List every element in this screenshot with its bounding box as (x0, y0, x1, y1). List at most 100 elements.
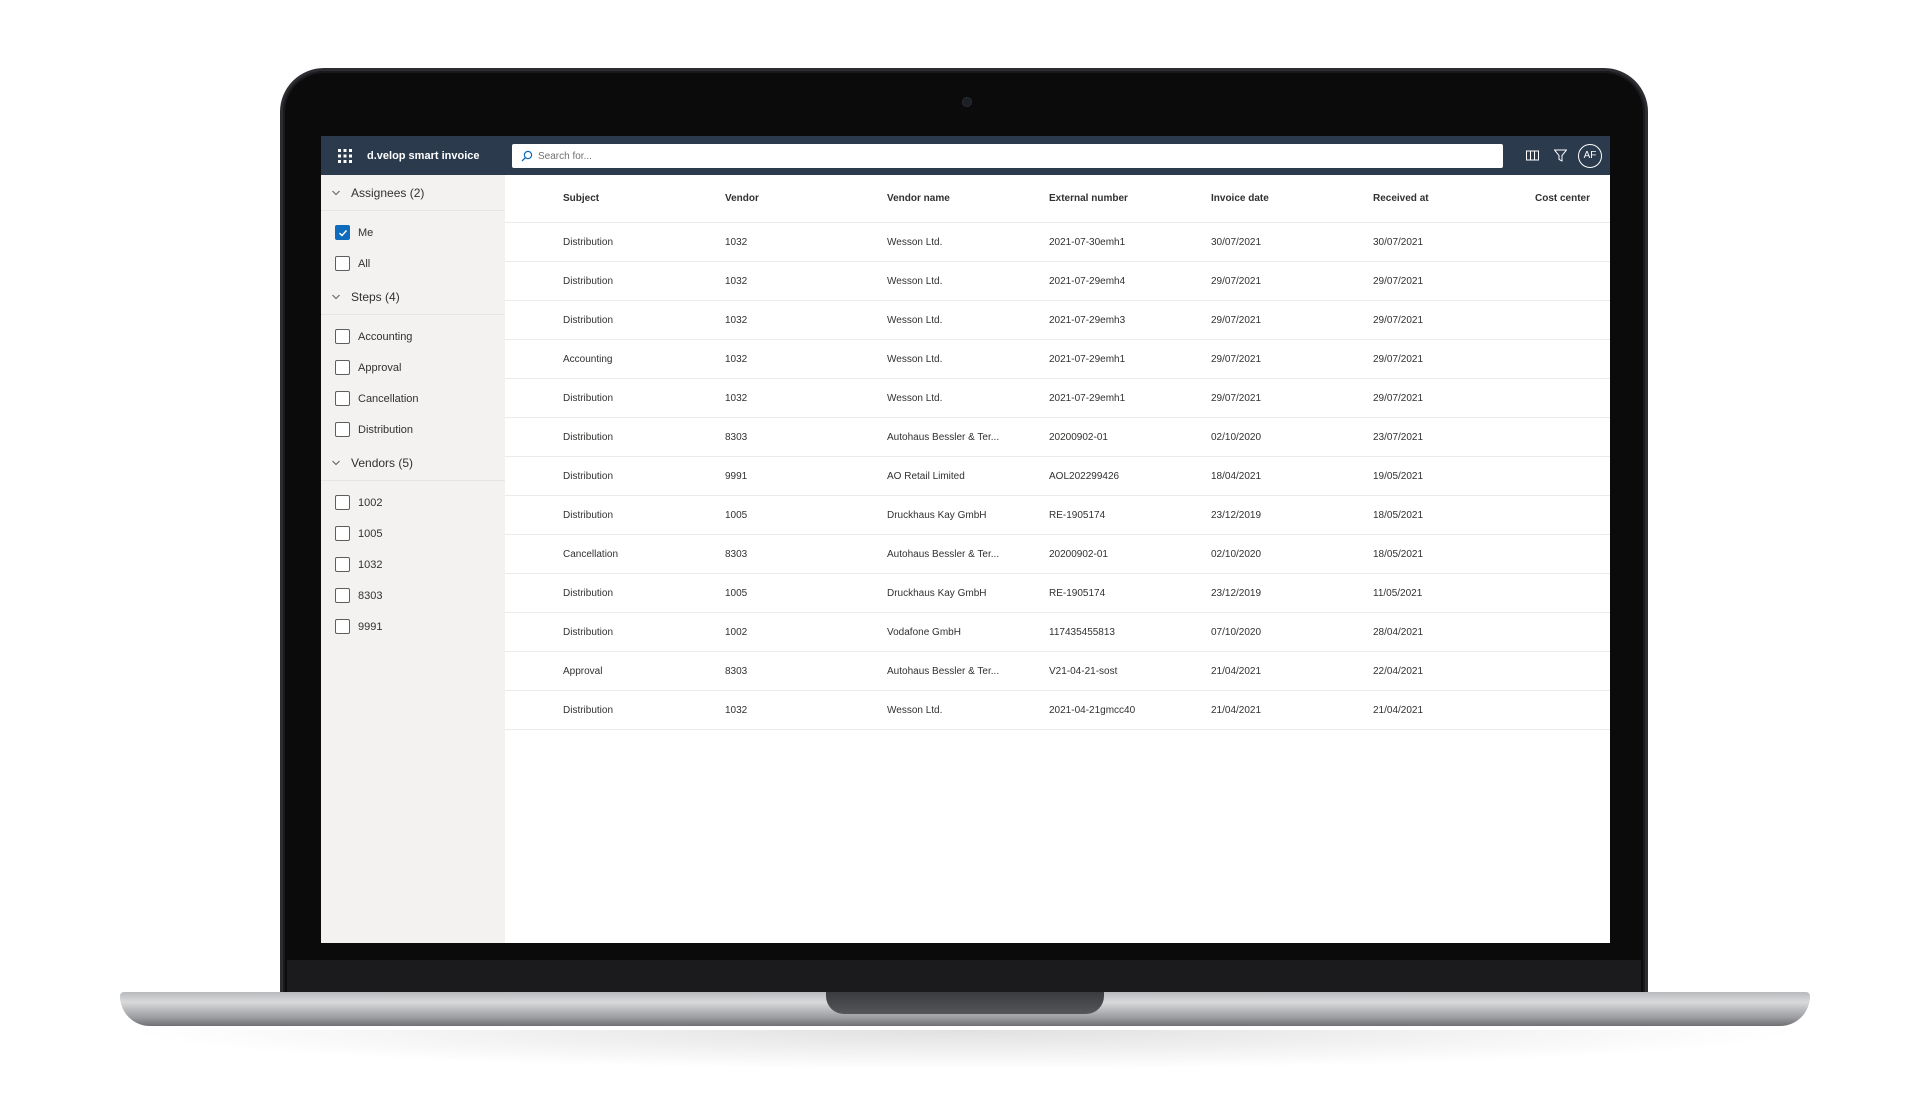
table-cell: 8303 (725, 548, 748, 560)
filter-checkbox[interactable] (335, 360, 350, 375)
filter-option[interactable]: Accounting (321, 321, 505, 352)
table-cell: 18/05/2021 (1373, 509, 1424, 521)
chevron-down-icon[interactable] (321, 188, 351, 198)
filter-option-label: 8303 (358, 589, 383, 602)
filter-group-header[interactable]: Vendors (5) (321, 445, 505, 481)
filter-option[interactable]: Me (321, 217, 505, 248)
table-header: Subject Vendor Vendor name External number I… (505, 175, 1610, 223)
table-cell: 29/07/2021 (1373, 314, 1424, 326)
filter-icon[interactable] (1546, 136, 1574, 175)
table-cell: 29/07/2021 (1373, 275, 1424, 287)
table-cell: 21/04/2021 (1373, 704, 1424, 716)
column-header[interactable]: Received at (1373, 193, 1535, 204)
column-header[interactable]: Cost center (1535, 193, 1610, 204)
table-row[interactable]: Distribution 9991 AO Retail Limited AOL2022… (505, 457, 1610, 496)
chevron-down-icon[interactable] (321, 458, 351, 468)
table-cell: 1005 (725, 509, 748, 521)
filter-option[interactable]: Approval (321, 352, 505, 383)
filter-checkbox[interactable] (335, 619, 350, 634)
search-box[interactable] (512, 144, 1503, 168)
table-row[interactable]: Distribution 1032 Wesson Ltd. 2021-07-30emh… (505, 223, 1610, 262)
column-header[interactable]: Subject (563, 193, 725, 204)
table-row[interactable]: Distribution 1032 Wesson Ltd. 2021-07-29emh… (505, 379, 1610, 418)
laptop-notch (826, 992, 1104, 1014)
table-cell: Cancellation (563, 548, 619, 560)
filter-checkbox[interactable] (335, 225, 350, 240)
table-cell: 1032 (725, 392, 748, 404)
table-row[interactable]: Distribution 1032 Wesson Ltd. 2021-07-29emh… (505, 301, 1610, 340)
table-cell: 30/07/2021 (1373, 236, 1424, 248)
table-row[interactable]: Cancellation 8303 Autohaus Bessler & Ter..… (505, 535, 1610, 574)
table-cell: 29/07/2021 (1211, 353, 1262, 365)
filter-option[interactable]: All (321, 248, 505, 279)
table-cell: 30/07/2021 (1211, 236, 1262, 248)
table-cell: 2021-07-29emh4 (1049, 275, 1126, 287)
column-header[interactable]: Vendor (725, 193, 887, 204)
filter-checkbox[interactable] (335, 329, 350, 344)
table-cell: 2021-07-29emh1 (1049, 392, 1126, 404)
filter-group-header[interactable]: Assignees (2) (321, 175, 505, 211)
table-cell: RE-1905174 (1049, 587, 1106, 599)
filter-option[interactable]: 9991 (321, 611, 505, 642)
filter-option[interactable]: Distribution (321, 414, 505, 445)
table-cell: Distribution (563, 275, 614, 287)
table-cell: 2021-07-29emh3 (1049, 314, 1126, 326)
camera (962, 97, 972, 107)
table-cell: Wesson Ltd. (887, 392, 943, 404)
filter-checkbox[interactable] (335, 422, 350, 437)
invoice-table: Subject Vendor Vendor name External number I… (505, 175, 1610, 943)
table-cell: 1032 (725, 314, 748, 326)
table-cell: Druckhaus Kay GmbH (887, 509, 987, 521)
table-row[interactable]: Accounting 1032 Wesson Ltd. 2021-07-29emh1 2… (505, 340, 1610, 379)
table-cell: 29/07/2021 (1373, 392, 1424, 404)
table-row[interactable]: Distribution 1032 Wesson Ltd. 2021-04-21gmc… (505, 691, 1610, 730)
table-row[interactable]: Approval 8303 Autohaus Bessler & Ter... V21… (505, 652, 1610, 691)
table-cell: 1032 (725, 704, 748, 716)
table-cell: 117435455813 (1049, 626, 1115, 638)
table-cell: AO Retail Limited (887, 470, 965, 482)
filter-checkbox[interactable] (335, 557, 350, 572)
column-header[interactable]: Vendor name (887, 193, 1049, 204)
table-cell: 02/10/2020 (1211, 431, 1262, 443)
table-row[interactable]: Distribution 1005 Druckhaus Kay GmbH RE-190… (505, 496, 1610, 535)
table-cell: 29/07/2021 (1211, 275, 1262, 287)
filter-option[interactable]: Cancellation (321, 383, 505, 414)
filter-group-title: Vendors (5) (351, 455, 414, 470)
user-avatar[interactable]: AF (1578, 143, 1602, 168)
table-cell: 2021-07-30emh1 (1049, 236, 1126, 248)
table-cell: 18/04/2021 (1211, 470, 1262, 482)
filter-checkbox[interactable] (335, 391, 350, 406)
filter-option[interactable]: 1032 (321, 549, 505, 580)
table-cell: Distribution (563, 509, 614, 521)
column-header[interactable]: External number (1049, 193, 1211, 204)
filter-checkbox[interactable] (335, 256, 350, 271)
columns-icon[interactable] (1518, 136, 1546, 175)
app-launcher-icon[interactable] (327, 136, 363, 175)
table-row[interactable]: Distribution 1005 Druckhaus Kay GmbH RE-190… (505, 574, 1610, 613)
search-input[interactable] (538, 150, 1438, 162)
filter-checkbox[interactable] (335, 588, 350, 603)
table-cell: Autohaus Bessler & Ter... (887, 548, 1000, 560)
filter-option-label: 1005 (358, 527, 383, 540)
filter-option-label: 1002 (358, 496, 383, 509)
table-cell: 07/10/2020 (1211, 626, 1262, 638)
filter-group-title: Steps (4) (351, 289, 400, 304)
table-row[interactable]: Distribution 1002 Vodafone GmbH 11743545581… (505, 613, 1610, 652)
table-row[interactable]: Distribution 8303 Autohaus Bessler & Ter..… (505, 418, 1610, 457)
filter-option[interactable]: 8303 (321, 580, 505, 611)
column-header[interactable]: Invoice date (1211, 193, 1373, 204)
filter-checkbox[interactable] (335, 526, 350, 541)
table-cell: 02/10/2020 (1211, 548, 1262, 560)
filter-group-header[interactable]: Steps (4) (321, 279, 505, 315)
filter-checkbox[interactable] (335, 495, 350, 510)
table-cell: 1032 (725, 236, 748, 248)
filter-option-label: Approval (358, 361, 402, 374)
filter-option-label: Distribution (358, 423, 414, 436)
filter-option[interactable]: 1002 (321, 487, 505, 518)
chevron-down-icon[interactable] (321, 292, 351, 302)
filter-option[interactable]: 1005 (321, 518, 505, 549)
table-cell: Distribution (563, 587, 614, 599)
table-row[interactable]: Distribution 1032 Wesson Ltd. 2021-07-29emh… (505, 262, 1610, 301)
table-cell: 29/07/2021 (1211, 314, 1262, 326)
table-cell: Wesson Ltd. (887, 704, 943, 716)
